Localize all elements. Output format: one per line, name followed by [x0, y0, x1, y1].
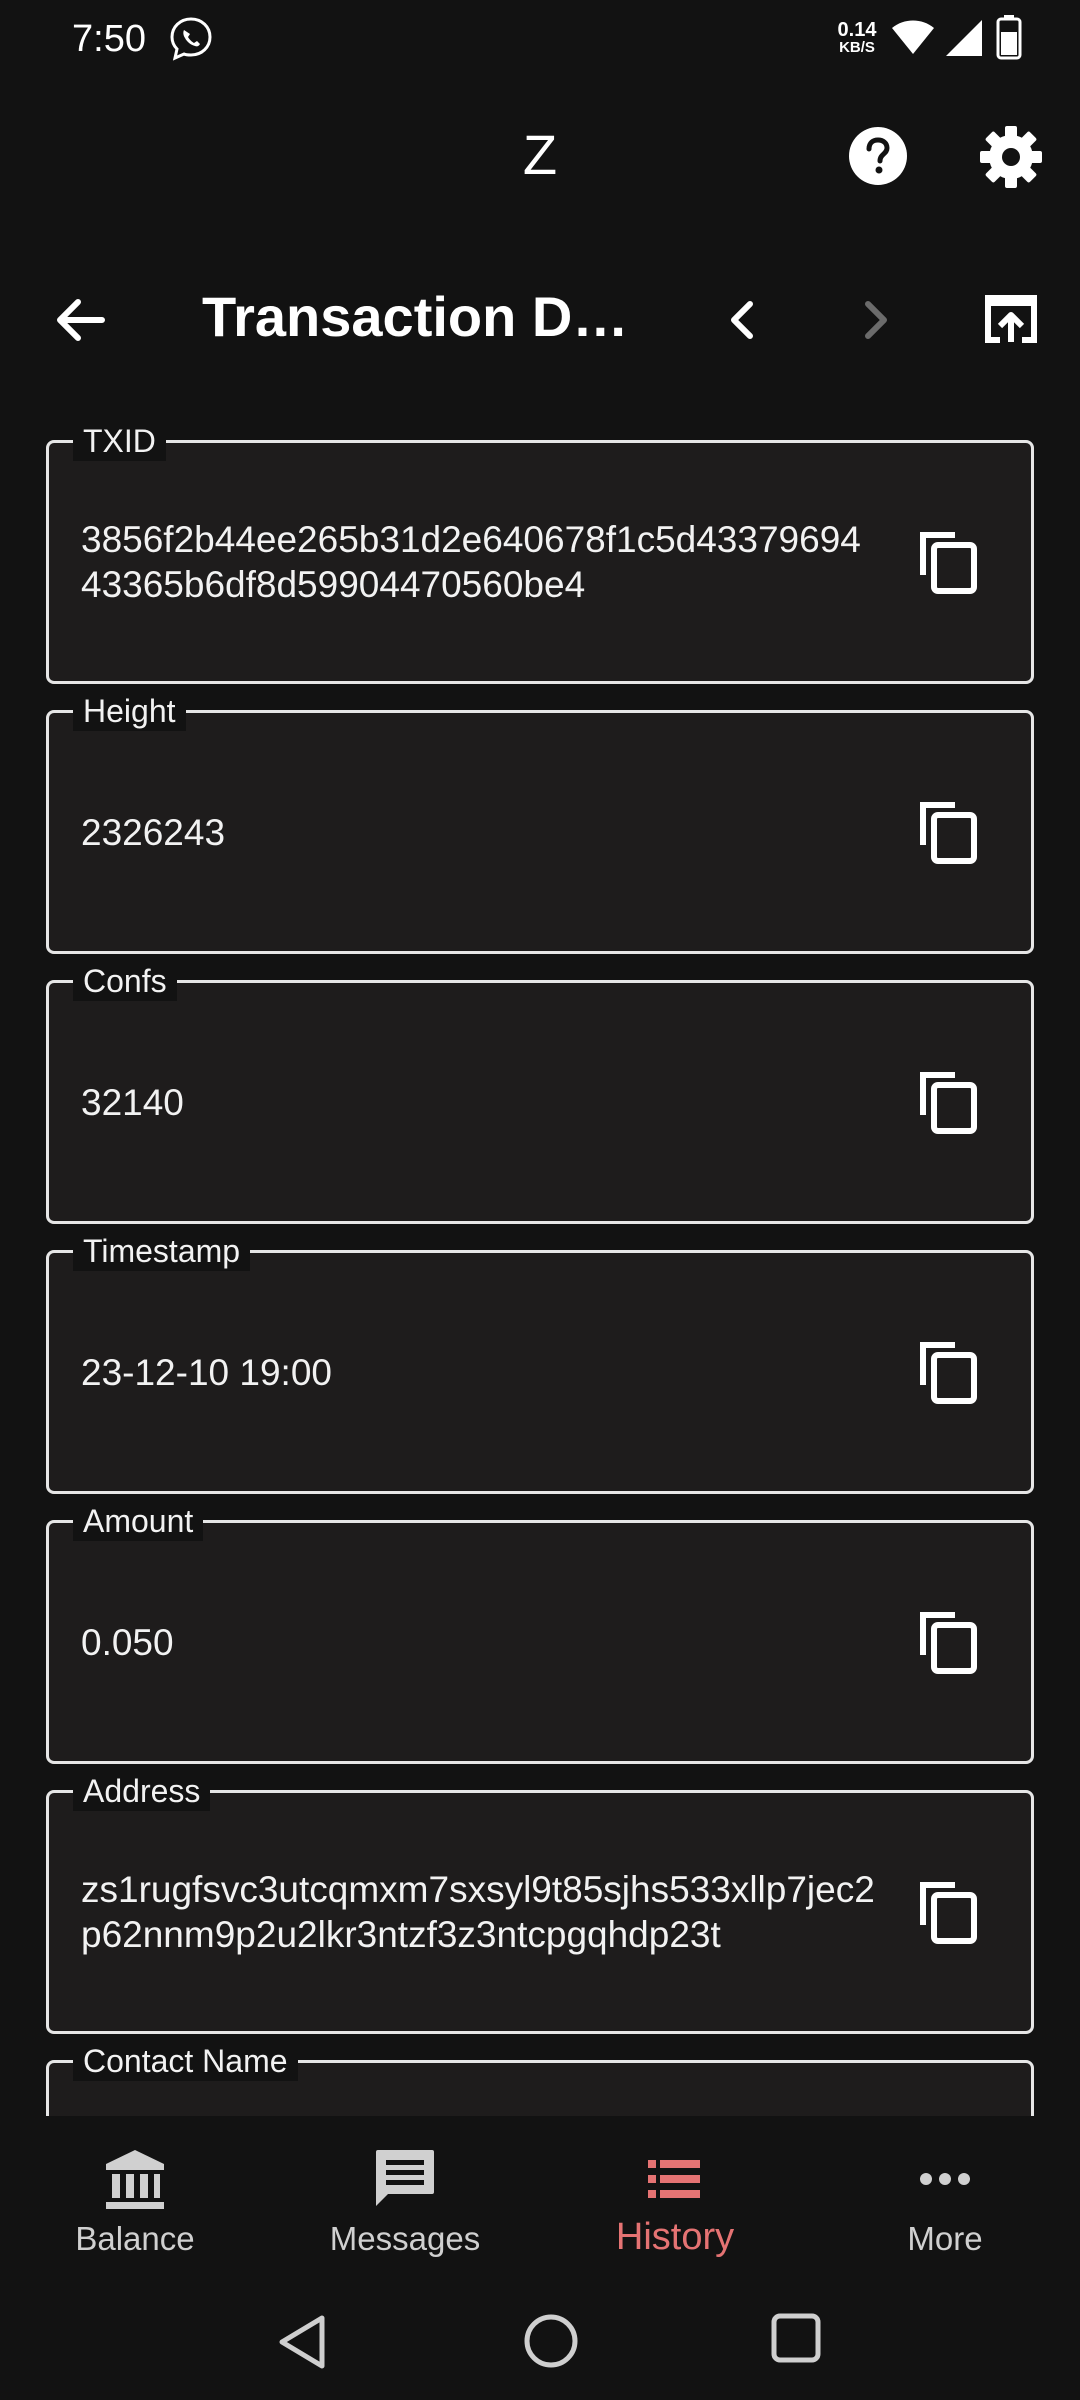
message-icon	[376, 2150, 434, 2206]
height-field: Height 2326243	[46, 691, 1034, 954]
signal-icon	[946, 20, 982, 56]
txid-value: 3856f2b44ee265b31d2e640678f1c5d433796944…	[81, 519, 861, 605]
phone-call-notification-icon	[170, 17, 212, 61]
arrow-back-icon[interactable]	[50, 290, 110, 350]
chevron-right-icon[interactable]	[852, 290, 900, 350]
nav-label: More	[907, 2220, 983, 2257]
height-value: 2326243	[81, 811, 226, 853]
wifi-icon	[892, 20, 934, 54]
chevron-left-icon[interactable]	[718, 290, 766, 350]
copy-icon[interactable]	[915, 799, 981, 865]
battery-icon	[996, 15, 1022, 60]
copy-icon[interactable]	[915, 529, 981, 595]
status-bar: 7:50 0.14 KB/S	[0, 0, 1080, 80]
address-field: Address zs1rugfsvc3utcqmxm7sxsyl9t85sjhs…	[46, 1771, 1034, 2034]
status-time: 7:50	[72, 18, 146, 60]
timestamp-value: 23-12-10 19:00	[81, 1351, 332, 1393]
nav-item-more[interactable]: More	[810, 2146, 1080, 2266]
system-home-icon[interactable]	[522, 2312, 580, 2370]
help-icon[interactable]	[848, 126, 908, 186]
copy-icon[interactable]	[915, 1609, 981, 1675]
list-icon	[648, 2160, 700, 2198]
nav-item-history[interactable]: History	[540, 2146, 810, 2266]
app-title: Z	[522, 123, 558, 186]
sub-header: Transaction De...	[0, 260, 1080, 380]
copy-icon[interactable]	[915, 1879, 981, 1945]
confs-value: 32140	[81, 1081, 184, 1123]
nav-label: History	[615, 2216, 735, 2258]
system-nav-bar	[0, 2284, 1080, 2400]
copy-icon[interactable]	[915, 1069, 981, 1135]
app-header: Z	[0, 100, 1080, 220]
contact-name-field: Contact Name	[46, 2041, 1034, 2116]
nav-label: Balance	[75, 2220, 195, 2257]
page-title: Transaction De...	[202, 285, 642, 348]
amount-field: Amount 0.050	[46, 1501, 1034, 1764]
system-recents-icon[interactable]	[770, 2312, 822, 2364]
open-in-new-icon[interactable]	[980, 288, 1042, 350]
nav-item-balance[interactable]: Balance	[0, 2146, 270, 2266]
screen: 7:50 0.14 KB/S Z Transaction De... TXID …	[0, 0, 1080, 2400]
gear-icon[interactable]	[980, 126, 1042, 188]
copy-icon[interactable]	[915, 1339, 981, 1405]
confs-field: Confs 32140	[46, 961, 1034, 1224]
contact-name-value	[81, 2063, 881, 2116]
bank-icon	[106, 2150, 164, 2209]
network-speed: 0.14 KB/S	[837, 19, 877, 56]
address-value: zs1rugfsvc3utcqmxm7sxsyl9t85sjhs533xllp7…	[81, 1869, 875, 1955]
nav-label: Messages	[329, 2220, 481, 2257]
timestamp-field: Timestamp 23-12-10 19:00	[46, 1231, 1034, 1494]
transaction-details-list[interactable]: TXID 3856f2b44ee265b31d2e640678f1c5d4337…	[0, 420, 1080, 2116]
nav-item-messages[interactable]: Messages	[270, 2146, 540, 2266]
bottom-nav: Balance Messages History More	[0, 2116, 1080, 2284]
txid-field: TXID 3856f2b44ee265b31d2e640678f1c5d4337…	[46, 421, 1034, 684]
amount-value: 0.050	[81, 1621, 174, 1663]
system-back-icon[interactable]	[276, 2312, 330, 2372]
more-horizontal-icon	[920, 2173, 970, 2185]
